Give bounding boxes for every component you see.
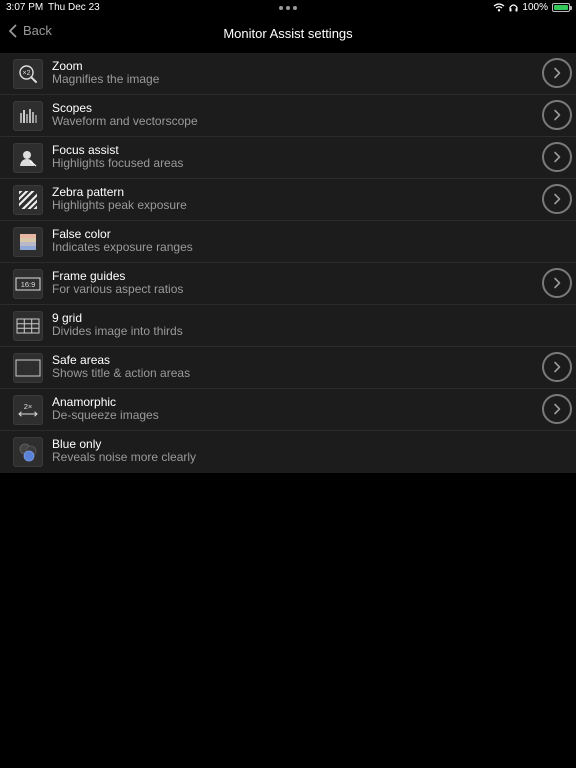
item-subtitle: For various aspect ratios (52, 282, 184, 296)
chevron-right-icon (554, 193, 561, 205)
list-item-zoom[interactable]: ×2 Zoom Magnifies the image (0, 53, 576, 95)
item-subtitle: Magnifies the image (52, 72, 160, 86)
status-date: Thu Dec 23 (48, 2, 100, 13)
item-subtitle: Reveals noise more clearly (52, 450, 197, 464)
headphones-icon (509, 4, 519, 12)
frame-guides-chevron-button[interactable] (542, 268, 572, 298)
item-text: 9 grid Divides image into thirds (52, 312, 183, 338)
grid-icon (13, 311, 43, 341)
zoom-icon: ×2 (13, 59, 43, 89)
item-subtitle: Divides image into thirds (52, 324, 183, 338)
blue-only-icon (13, 437, 43, 467)
anamorphic-icon-label: 2× (24, 402, 33, 411)
item-text: Blue only Reveals noise more clearly (52, 438, 196, 464)
item-subtitle: Highlights focused areas (52, 156, 184, 170)
anamorphic-chevron-button[interactable] (542, 394, 572, 424)
list-item-zebra-pattern[interactable]: Zebra pattern Highlights peak exposure (0, 179, 576, 221)
battery-icon (552, 3, 572, 12)
frame-guides-icon: 16:9 (13, 269, 43, 299)
list-item-false-color[interactable]: False color Indicates exposure ranges (0, 221, 576, 263)
safe-areas-icon (13, 353, 43, 383)
item-text: Anamorphic De-squeeze images (52, 396, 159, 422)
zebra-pattern-chevron-button[interactable] (542, 184, 572, 214)
scopes-chevron-button[interactable] (542, 100, 572, 130)
list-item-frame-guides[interactable]: 16:9 Frame guides For various aspect rat… (0, 263, 576, 305)
focus-assist-icon (13, 143, 43, 173)
list-item-safe-areas[interactable]: Safe areas Shows title & action areas (0, 347, 576, 389)
item-text: False color Indicates exposure ranges (52, 228, 193, 254)
page-title: Monitor Assist settings (223, 26, 353, 41)
chevron-right-icon (554, 67, 561, 79)
status-time: 3:07 PM (6, 2, 44, 13)
zebra-pattern-icon (13, 185, 43, 215)
list-item-blue-only[interactable]: Blue only Reveals noise more clearly (0, 431, 576, 473)
settings-list: ×2 Zoom Magnifies the image Scopes Wavef… (0, 53, 576, 473)
status-right: 100% (493, 2, 572, 13)
item-text: Safe areas Shows title & action areas (52, 354, 190, 380)
item-text: Zoom Magnifies the image (52, 60, 159, 86)
item-text: Scopes Waveform and vectorscope (52, 102, 198, 128)
chevron-right-icon (554, 109, 561, 121)
item-text: Zebra pattern Highlights peak exposure (52, 186, 187, 212)
multitasking-dots-icon[interactable] (279, 6, 297, 10)
frame-guides-icon-label: 16:9 (21, 280, 36, 289)
focus-assist-chevron-button[interactable] (542, 142, 572, 172)
wifi-icon (494, 3, 505, 12)
list-item-scopes[interactable]: Scopes Waveform and vectorscope (0, 95, 576, 137)
battery-fill (554, 5, 568, 10)
item-subtitle: Shows title & action areas (52, 366, 191, 380)
chevron-right-icon (554, 403, 561, 415)
false-color-icon (13, 227, 43, 257)
item-subtitle: Waveform and vectorscope (52, 114, 198, 128)
item-text: Focus assist Highlights focused areas (52, 144, 183, 170)
item-subtitle: De-squeeze images (52, 408, 159, 422)
chevron-right-icon (554, 151, 561, 163)
item-subtitle: Indicates exposure ranges (52, 240, 193, 254)
battery-percent: 100% (522, 2, 548, 13)
item-subtitle: Highlights peak exposure (52, 198, 187, 212)
scopes-icon (13, 101, 43, 131)
zoom-icon-label: ×2 (23, 70, 31, 77)
chevron-right-icon (554, 277, 561, 289)
anamorphic-icon: 2× (13, 395, 43, 425)
status-bar: 3:07 PM Thu Dec 23 100% (0, 0, 576, 16)
chevron-right-icon (554, 361, 561, 373)
list-item-9-grid[interactable]: 9 grid Divides image into thirds (0, 305, 576, 347)
safe-areas-chevron-button[interactable] (542, 352, 572, 382)
zoom-chevron-button[interactable] (542, 58, 572, 88)
item-text: Frame guides For various aspect ratios (52, 270, 183, 296)
navigation-bar: Back Monitor Assist settings (0, 16, 576, 53)
list-item-anamorphic[interactable]: 2× Anamorphic De-squeeze images (0, 389, 576, 431)
list-item-focus-assist[interactable]: Focus assist Highlights focused areas (0, 137, 576, 179)
